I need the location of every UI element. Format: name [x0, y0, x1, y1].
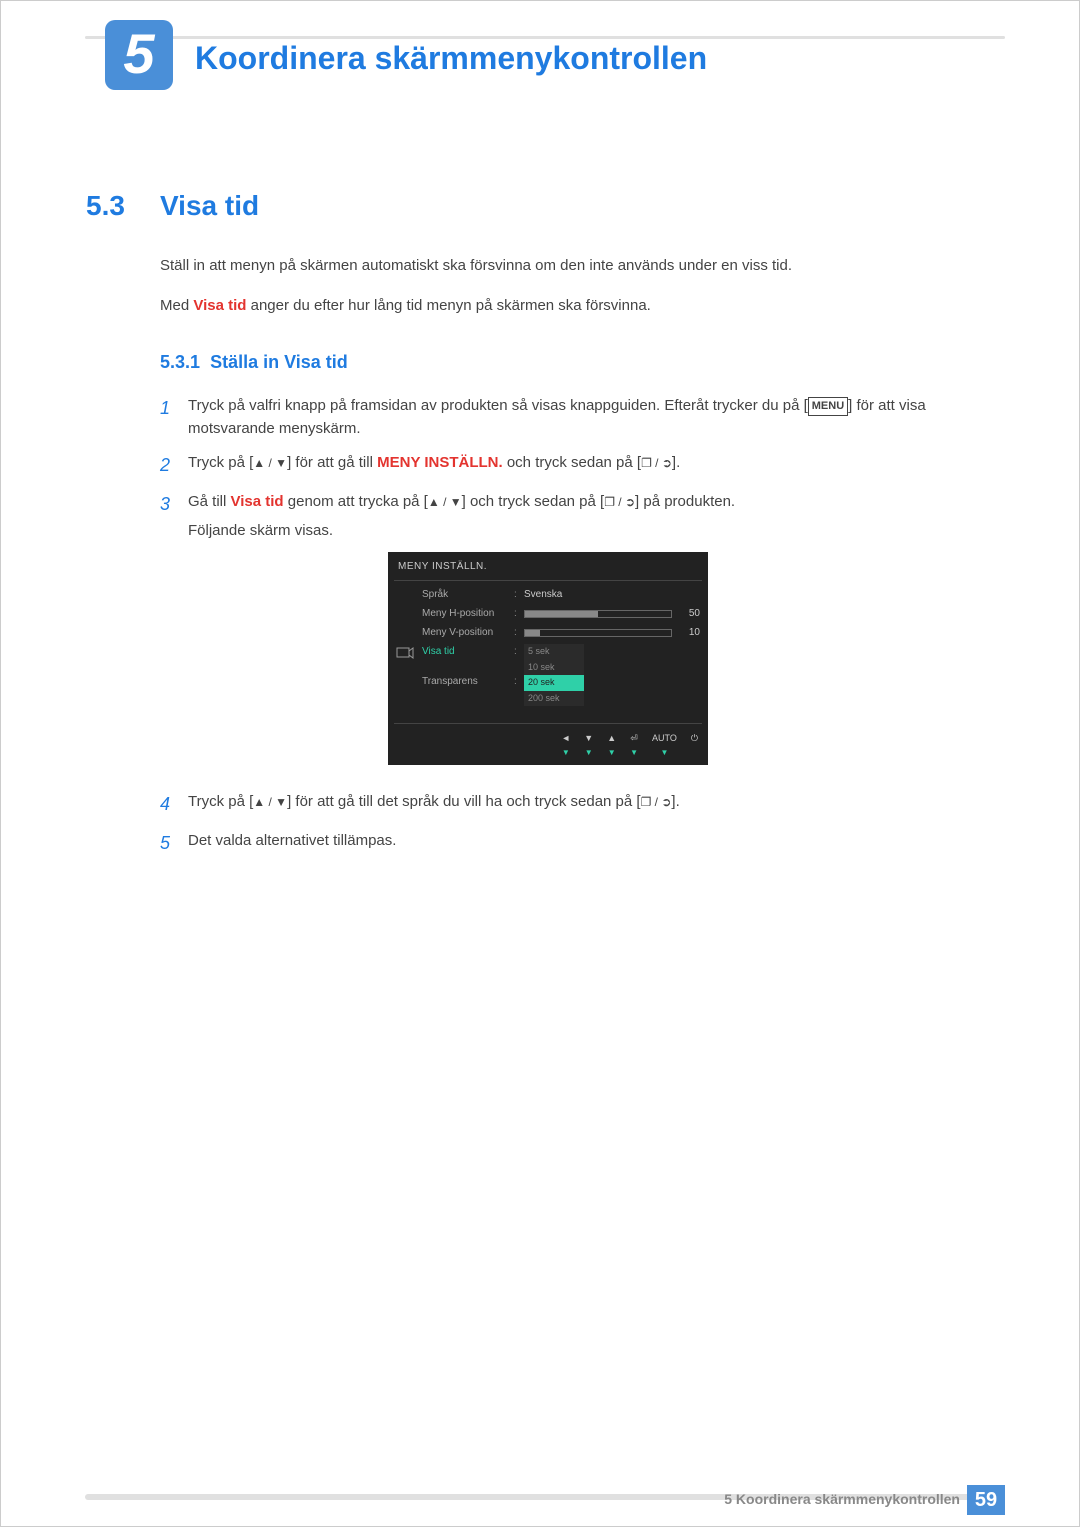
intro-paragraph-2: Med Visa tid anger du efter hur lång tid… [160, 295, 990, 317]
text: ] på produkten. [635, 493, 735, 510]
text: Tryck på [ [188, 454, 253, 471]
osd-nav-auto: AUTO▼ [652, 732, 677, 759]
step-text: Tryck på [▲ / ▼] för att gå till MENY IN… [188, 452, 990, 479]
osd-category-icon [388, 585, 422, 721]
osd-title: MENY INSTÄLLN. [388, 552, 708, 578]
chapter-number-badge: 5 [105, 20, 173, 90]
osd-label: Meny H-position [422, 606, 514, 621]
osd-label: Transparens [422, 674, 514, 689]
step-number: 2 [160, 452, 188, 479]
osd-nav-power-icon: ⏻ [691, 732, 698, 759]
step-text: Tryck på [▲ / ▼] för att gå till det spr… [188, 791, 990, 818]
osd-slider [524, 629, 672, 637]
text: ]. [672, 454, 680, 471]
osd-nav-up-icon: ▲▼ [607, 732, 616, 759]
step-number: 1 [160, 395, 188, 440]
highlight-meny-installn: MENY INSTÄLLN. [377, 454, 503, 471]
text: Tryck på valfri knapp på framsidan av pr… [188, 397, 808, 414]
select-source-icon: ❐ / ➲ [604, 493, 635, 511]
step-text: Gå till Visa tid genom att trycka på [▲ … [188, 491, 990, 779]
highlight-visa-tid: Visa tid [231, 493, 284, 510]
up-down-icon: ▲ / ▼ [428, 493, 462, 511]
text: anger du efter hur lång tid menyn på skä… [246, 297, 650, 314]
osd-slider-value: 10 [678, 625, 700, 640]
text: ] och tryck sedan på [ [462, 493, 605, 510]
text: Tryck på [ [188, 793, 253, 810]
footer-text: 5 Koordinera skärmmenykontrollen [724, 1491, 960, 1507]
section-title: Visa tid [160, 190, 259, 222]
text: ] för att gå till det språk du vill ha o… [287, 793, 641, 810]
step-text: Det valda alternativet tillämpas. [188, 830, 990, 857]
osd-nav-bar: ◄▼ ▼▼ ▲▼ ⏎▼ AUTO▼ ⏻ [388, 728, 708, 761]
step-list: 1 Tryck på valfri knapp på framsidan av … [160, 395, 990, 869]
text: och tryck sedan på [ [503, 454, 641, 471]
menu-key-icon: MENU [808, 397, 848, 416]
osd-label: Språk [422, 587, 514, 602]
osd-label: Meny V-position [422, 625, 514, 640]
osd-option-selected: 20 sek [524, 675, 584, 691]
osd-value: Svenska [524, 587, 700, 602]
osd-dropdown: 5 sek 10 sek 20 sek 200 sek [524, 644, 584, 706]
header-rule [85, 36, 1005, 39]
text: ] för att gå till [287, 454, 377, 471]
chapter-title: Koordinera skärmmenykontrollen [195, 40, 707, 77]
osd-option: 10 sek [524, 660, 584, 676]
step-5: 5 Det valda alternativet tillämpas. [160, 830, 990, 857]
step-1: 1 Tryck på valfri knapp på framsidan av … [160, 395, 990, 440]
step-2: 2 Tryck på [▲ / ▼] för att gå till MENY … [160, 452, 990, 479]
osd-nav-down-icon: ▼▼ [584, 732, 593, 759]
osd-row-hpos: Meny H-position : 50 [422, 604, 700, 623]
select-source-icon: ❐ / ➲ [641, 454, 672, 472]
osd-label-selected: Visa tid [422, 644, 514, 659]
subsection-number: 5.3.1 [160, 352, 200, 372]
section-number: 5.3 [86, 190, 125, 222]
up-down-icon: ▲ / ▼ [253, 793, 287, 811]
step-number: 4 [160, 791, 188, 818]
step-3: 3 Gå till Visa tid genom att trycka på [… [160, 491, 990, 779]
select-source-icon: ❐ / ➲ [641, 793, 672, 811]
osd-option: 200 sek [524, 691, 584, 707]
step-number: 3 [160, 491, 188, 779]
osd-option: 5 sek [524, 644, 584, 660]
osd-nav-enter-icon: ⏎▼ [630, 732, 638, 759]
osd-row-language: Språk : Svenska [422, 585, 700, 604]
text: genom att trycka på [ [284, 493, 428, 510]
step-number: 5 [160, 830, 188, 857]
subsection-heading: 5.3.1 Ställa in Visa tid [160, 352, 348, 373]
step-text: Tryck på valfri knapp på framsidan av pr… [188, 395, 990, 440]
text: Gå till [188, 493, 231, 510]
text: Med [160, 297, 193, 314]
subsection-title: Ställa in Visa tid [210, 352, 348, 372]
osd-row-vpos: Meny V-position : 10 [422, 623, 700, 642]
step-3-line2: Följande skärm visas. [188, 520, 990, 543]
osd-divider [394, 580, 702, 581]
text: ]. [671, 793, 679, 810]
page-number: 59 [967, 1485, 1005, 1515]
highlight-visa-tid: Visa tid [193, 297, 246, 314]
osd-screenshot: MENY INSTÄLLN. Språk : Svenska [388, 552, 990, 765]
osd-slider [524, 610, 672, 618]
osd-nav-left-icon: ◄▼ [561, 732, 570, 759]
up-down-icon: ▲ / ▼ [253, 454, 287, 472]
intro-paragraph-1: Ställ in att menyn på skärmen automatisk… [160, 255, 990, 277]
osd-slider-value: 50 [678, 606, 700, 621]
step-4: 4 Tryck på [▲ / ▼] för att gå till det s… [160, 791, 990, 818]
osd-divider [394, 723, 702, 724]
